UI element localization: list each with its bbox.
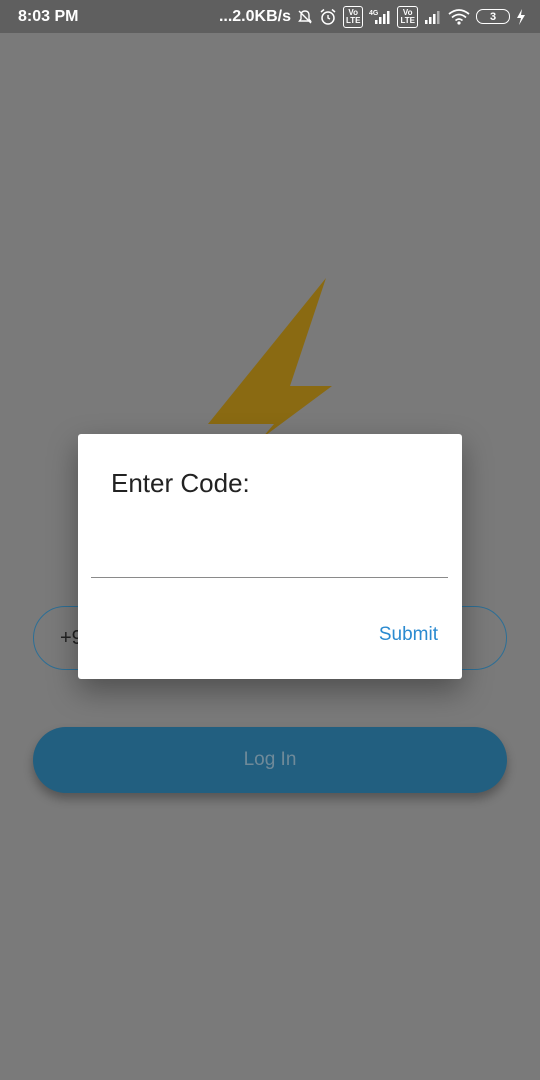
status-icons: ...2.0KB/s Vo LTE 4G Vo LTE 3 — [218, 5, 526, 28]
login-button[interactable]: Log In — [33, 727, 507, 793]
submit-button[interactable]: Submit — [379, 624, 438, 646]
net-speed: ...2.0KB/s — [218, 7, 291, 25]
volte-icon: Vo LTE — [342, 5, 364, 28]
volte-icon: Vo LTE — [397, 5, 418, 28]
status-bar: 8:03 PM ...2.0KB/s Vo LTE 4G Vo LTE 3 — [0, 0, 540, 33]
signal-icon — [424, 8, 442, 26]
signal-icon: 4G — [369, 8, 391, 26]
svg-text:4G: 4G — [369, 10, 379, 17]
wifi-icon — [448, 8, 470, 26]
dialog-title: Enter Code: — [111, 468, 250, 498]
code-input[interactable] — [91, 546, 448, 578]
enter-code-dialog: Enter Code: Submit — [78, 434, 462, 679]
status-time: 8:03 PM — [18, 7, 79, 25]
lightning-bolt-logo — [208, 278, 332, 438]
charging-icon — [516, 8, 526, 26]
battery-icon: 3 — [476, 9, 510, 24]
bell-off-icon — [297, 8, 313, 26]
alarm-icon — [319, 8, 337, 26]
